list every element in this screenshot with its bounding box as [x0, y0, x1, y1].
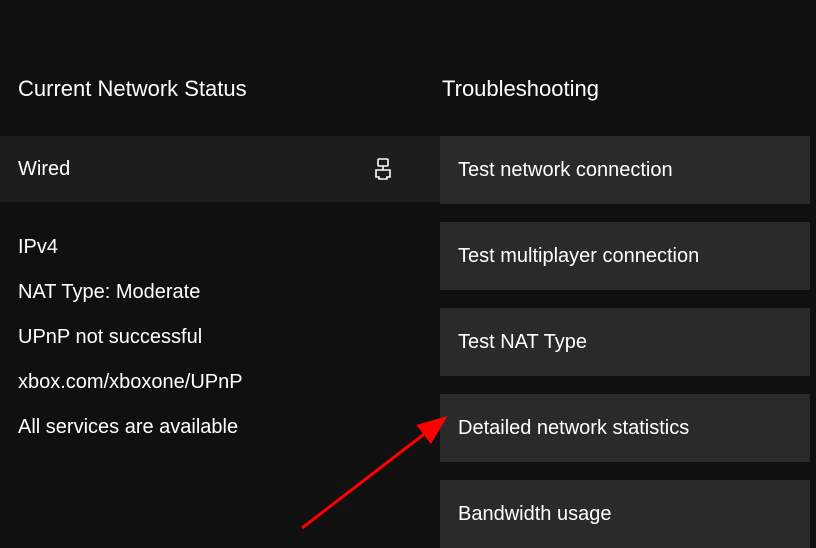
bandwidth-usage[interactable]: Bandwidth usage	[440, 480, 810, 548]
troubleshooting-title: Troubleshooting	[440, 76, 810, 102]
ts-item-label: Test network connection	[458, 159, 673, 182]
connection-type-row[interactable]: Wired	[0, 136, 440, 202]
ts-item-label: Test NAT Type	[458, 331, 587, 354]
test-nat-type[interactable]: Test NAT Type	[440, 308, 810, 376]
detailed-network-statistics[interactable]: Detailed network statistics	[440, 394, 810, 462]
network-settings: Current Network Status Wired IPv4 NAT Ty…	[0, 0, 816, 533]
troubleshooting-panel: Troubleshooting Test network connection …	[440, 76, 816, 533]
status-services: All services are available	[18, 416, 440, 439]
current-status-panel: Current Network Status Wired IPv4 NAT Ty…	[0, 76, 440, 533]
troubleshooting-list: Test network connection Test multiplayer…	[440, 136, 810, 548]
test-multiplayer-connection[interactable]: Test multiplayer connection	[440, 222, 810, 290]
status-upnp: UPnP not successful	[18, 326, 440, 349]
ts-item-label: Bandwidth usage	[458, 503, 611, 526]
status-ip: IPv4	[18, 236, 440, 259]
connection-type-label: Wired	[18, 158, 70, 181]
status-title: Current Network Status	[18, 76, 440, 102]
status-nat: NAT Type: Moderate	[18, 281, 440, 304]
ts-item-label: Detailed network statistics	[458, 417, 689, 440]
ethernet-icon	[374, 158, 392, 180]
status-url: xbox.com/xboxone/UPnP	[18, 371, 440, 394]
test-network-connection[interactable]: Test network connection	[440, 136, 810, 204]
ts-item-label: Test multiplayer connection	[458, 245, 699, 268]
